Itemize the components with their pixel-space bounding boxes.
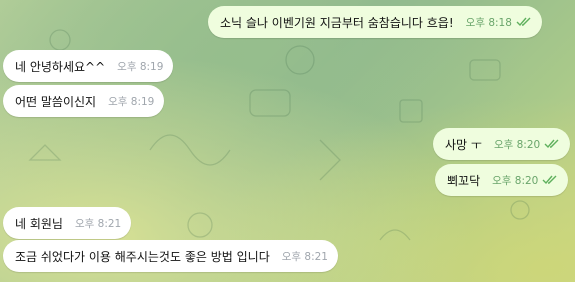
- message-bubble-incoming[interactable]: 네 회원님 오후 8:21: [3, 207, 132, 239]
- message-bubble-incoming[interactable]: 네 안녕하세요^^ 오후 8:19: [3, 50, 174, 82]
- message-time: 오후 8:21: [281, 250, 328, 263]
- message-text: 사망 ㅜ: [445, 137, 482, 152]
- message-time: 오후 8:19: [108, 95, 155, 108]
- message-time: 오후 8:20: [493, 138, 541, 151]
- double-check-icon: [516, 17, 531, 27]
- double-check-icon: [542, 175, 557, 185]
- message-bubble-incoming[interactable]: 조금 쉬었다가 이용 해주시는것도 좋은 방법 입니다 오후 8:21: [3, 240, 338, 272]
- message-time: 오후 8:21: [74, 217, 122, 230]
- message-text: 어떤 말씀이신지: [15, 94, 97, 109]
- message-bubble-outgoing[interactable]: 뾔꼬닥 오후 8:20: [435, 164, 569, 196]
- message-bubble-incoming[interactable]: 어떤 말씀이신지 오후 8:19: [3, 85, 165, 117]
- message-time: 오후 8:20: [492, 174, 539, 187]
- message-time: 오후 8:18: [465, 16, 512, 29]
- message-text: 네 회원님: [15, 216, 63, 231]
- message-bubble-outgoing[interactable]: 소닉 슬나 이벤기원 지금부터 숨참습니다 흐읍! 오후 8:18: [208, 6, 542, 38]
- message-time: 오후 8:19: [117, 60, 164, 73]
- message-text: 네 안녕하세요^^: [15, 59, 106, 74]
- double-check-icon: [544, 139, 559, 149]
- message-text: 소닉 슬나 이벤기원 지금부터 숨참습니다 흐읍!: [220, 15, 454, 30]
- message-text: 뾔꼬닥: [447, 173, 481, 188]
- message-bubble-outgoing[interactable]: 사망 ㅜ 오후 8:20: [433, 128, 571, 160]
- message-text: 조금 쉬었다가 이용 해주시는것도 좋은 방법 입니다: [15, 249, 270, 264]
